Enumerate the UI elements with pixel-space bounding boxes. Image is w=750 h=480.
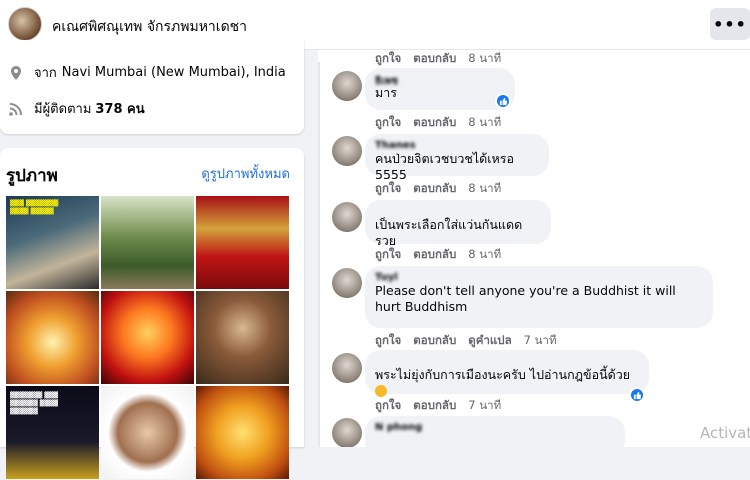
reply-link[interactable]: ตอบกลับ xyxy=(413,180,456,198)
photo-caption-image: ▓▓▓ ▓▓▓▓▓▓▓ ▓▓▓▓ ▓▓▓▓▓ xyxy=(10,200,59,215)
see-all-photos-link[interactable]: ดูรูปภาพทั้งหมด xyxy=(201,163,290,184)
reply-link[interactable]: ตอบกลับ xyxy=(413,397,456,415)
photo-thumbnail[interactable] xyxy=(101,386,194,479)
commenter-avatar[interactable] xyxy=(332,353,362,383)
commenter-name[interactable]: N phong xyxy=(375,422,615,433)
comment-bubble: Tuyl Please don't tell anyone you're a B… xyxy=(365,266,713,328)
commenter-avatar[interactable] xyxy=(332,418,362,447)
photo-caption-image: ▓▓▓▓▓▓▓ ▓▓▓ ▓▓▓▓▓▓ ▓▓▓▓ ▓▓▓▓▓▓ xyxy=(10,392,59,415)
like-link[interactable]: ถูกใจ xyxy=(375,114,401,132)
comment-bubble: เป็นพระเลือกใส่แว่นกันแดด รวย xyxy=(365,200,551,248)
comment-time[interactable]: 8 นาที xyxy=(468,50,501,68)
comment-text-row: พระไม่ยุ่งกับการเมืองนะครับ ไปอ่านกฎข้อน… xyxy=(375,367,639,399)
commenter-name[interactable]: ธิเพช xyxy=(375,74,505,87)
comment-bubble: N phong xyxy=(365,416,625,447)
comment-text: พระไม่ยุ่งกับการเมืองนะครับ ไปอ่านกฎข้อน… xyxy=(375,367,631,382)
photo-thumbnail[interactable] xyxy=(6,291,99,384)
page-title[interactable]: คเณศพิศณุเทพ จักรภพมหาเดชา xyxy=(52,16,247,38)
page-avatar[interactable] xyxy=(8,7,42,41)
followers-prefix: มีผู้ติดตาม xyxy=(34,102,92,117)
commenter-name[interactable] xyxy=(375,356,639,367)
commenter-avatar[interactable] xyxy=(332,268,362,298)
followers-count: 378 คน xyxy=(95,102,145,117)
like-link[interactable]: ถูกใจ xyxy=(375,180,401,198)
reply-link[interactable]: ตอบกลับ xyxy=(413,114,456,132)
photos-title: รูปภาพ xyxy=(6,166,58,186)
comment-time[interactable]: 8 นาที xyxy=(468,180,501,198)
reply-link[interactable]: ตอบกลับ xyxy=(413,246,456,264)
rss-icon xyxy=(9,102,22,116)
photo-thumbnail[interactable] xyxy=(196,196,289,289)
more-options-button[interactable]: ••• xyxy=(710,8,750,40)
comment-bubble: ธิเพช มาร xyxy=(365,68,515,110)
like-reaction-icon[interactable] xyxy=(495,93,511,109)
comment-actions: ถูกใจ ตอบกลับ ดูคำแปล 7 นาที xyxy=(375,332,557,350)
comment-text: Please don't tell anyone you're a Buddhi… xyxy=(375,283,676,314)
comment-actions: ถูกใจ ตอบกลับ 8 นาที xyxy=(375,114,501,132)
thumbs-up-icon xyxy=(633,391,641,399)
translate-link[interactable]: ดูคำแปล xyxy=(468,332,511,350)
comment-text: คนป่วยจิตเวชบวชได้เหรอ 5555 xyxy=(375,151,514,182)
photos-card: รูปภาพ ดูรูปภาพทั้งหมด ▓▓▓ ▓▓▓▓▓▓▓ ▓▓▓▓ ▓… xyxy=(0,148,304,479)
location-row: จาก Navi Mumbai (New Mumbai), India xyxy=(8,62,286,83)
comment-actions: ถูกใจ ตอบกลับ 7 นาที xyxy=(375,397,501,415)
location-pin-icon xyxy=(11,65,21,80)
comment-bubble: Thanes คนป่วยจิตเวชบวชได้เหรอ 5555 xyxy=(365,134,549,182)
comment-text: มาร xyxy=(375,85,397,100)
commenter-avatar[interactable] xyxy=(332,136,362,166)
photo-thumbnail[interactable] xyxy=(196,386,289,479)
comments-feed: ถูกใจ ตอบกลับ 8 นาที ธิเพช มาร ถูกใจ ตอบ… xyxy=(318,50,750,447)
photo-grid: ▓▓▓ ▓▓▓▓▓▓▓ ▓▓▓▓ ▓▓▓▓▓ ▓▓▓▓▓▓▓ ▓▓▓ ▓▓▓▓▓▓ … xyxy=(6,196,290,480)
comment-time[interactable]: 7 นาที xyxy=(468,397,501,415)
commenter-avatar[interactable] xyxy=(332,71,362,101)
photo-thumbnail[interactable] xyxy=(196,291,289,384)
comment-text: เป็นพระเลือกใส่แว่นกันแดด รวย xyxy=(375,217,523,248)
about-card: จาก Navi Mumbai (New Mumbai), India มีผู… xyxy=(0,40,304,134)
commenter-avatar[interactable] xyxy=(332,202,362,232)
comment-actions: ถูกใจ ตอบกลับ 8 นาที xyxy=(375,50,501,68)
location-prefix: จาก xyxy=(34,66,57,81)
photo-thumbnail[interactable]: ▓▓▓ ▓▓▓▓▓▓▓ ▓▓▓▓ ▓▓▓▓▓ xyxy=(6,196,99,289)
photo-thumbnail[interactable]: ▓▓▓▓▓▓▓ ▓▓▓ ▓▓▓▓▓▓ ▓▓▓▓ ▓▓▓▓▓▓ xyxy=(6,386,99,479)
commenter-name[interactable]: Thanes xyxy=(375,140,539,151)
location-value[interactable]: Navi Mumbai (New Mumbai), India xyxy=(62,65,286,80)
commenter-name[interactable]: Tuyl xyxy=(375,272,703,283)
like-reaction-icon[interactable] xyxy=(629,387,645,403)
comment-time[interactable]: 8 นาที xyxy=(468,114,501,132)
like-link[interactable]: ถูกใจ xyxy=(375,397,401,415)
comment-time[interactable]: 7 นาที xyxy=(524,332,557,350)
smiling-face-emoji-icon xyxy=(375,385,387,397)
comment-actions: ถูกใจ ตอบกลับ 8 นาที xyxy=(375,246,501,264)
reply-link[interactable]: ตอบกลับ xyxy=(413,332,456,350)
photo-thumbnail[interactable] xyxy=(101,291,194,384)
followers-row: มีผู้ติดตาม 378 คน xyxy=(8,98,145,119)
like-link[interactable]: ถูกใจ xyxy=(375,246,401,264)
like-link[interactable]: ถูกใจ xyxy=(375,332,401,350)
comment-bubble: พระไม่ยุ่งกับการเมืองนะครับ ไปอ่านกฎข้อน… xyxy=(365,350,649,397)
thread-line xyxy=(318,62,320,447)
reply-link[interactable]: ตอบกลับ xyxy=(413,50,456,68)
comment-actions: ถูกใจ ตอบกลับ 8 นาที xyxy=(375,180,501,198)
comment-time[interactable]: 8 นาที xyxy=(468,246,501,264)
commenter-name[interactable] xyxy=(375,206,541,217)
activate-windows-watermark: Activat xyxy=(700,424,750,442)
photo-thumbnail[interactable] xyxy=(101,196,194,289)
like-link[interactable]: ถูกใจ xyxy=(375,50,401,68)
thumbs-up-icon xyxy=(499,97,507,105)
